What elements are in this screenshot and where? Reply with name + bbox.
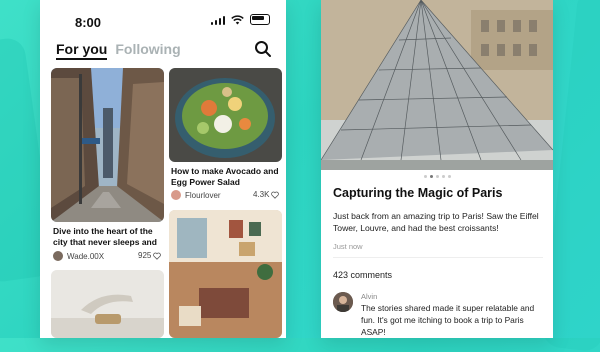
tab-following[interactable]: Following bbox=[115, 41, 180, 57]
avatar[interactable] bbox=[333, 292, 353, 312]
signal-icon bbox=[210, 15, 225, 25]
avatar bbox=[53, 251, 63, 261]
feed-card-city-author[interactable]: Wade.00X bbox=[53, 251, 104, 261]
status-bar: 8:00 bbox=[40, 0, 286, 38]
post-title: Capturing the Magic of Paris bbox=[333, 186, 503, 200]
carousel-dot[interactable] bbox=[447, 175, 451, 178]
feed-card-salad-likes[interactable]: 4.3K bbox=[253, 190, 280, 199]
status-icons bbox=[210, 14, 270, 25]
tab-for-you[interactable]: For you bbox=[56, 41, 108, 60]
feed-phone: 8:00 For you Following Dive into the hea… bbox=[40, 0, 286, 338]
author-name: Flourlover bbox=[185, 190, 221, 200]
comments-count[interactable]: 423 comments bbox=[333, 270, 392, 280]
post-image-louvre[interactable] bbox=[321, 0, 553, 170]
like-count: 925 bbox=[138, 251, 152, 260]
comment-text: The stories shared made it super relatab… bbox=[361, 303, 535, 337]
author-name: Wade.00X bbox=[67, 251, 105, 261]
feed-card-city-likes[interactable]: 925 bbox=[138, 251, 162, 260]
feed-card-city-image[interactable] bbox=[51, 68, 164, 222]
carousel-indicator[interactable] bbox=[321, 175, 553, 178]
carousel-dot[interactable] bbox=[435, 175, 439, 178]
avatar bbox=[171, 190, 181, 200]
carousel-dot[interactable] bbox=[429, 175, 433, 178]
feed-card-salad-author[interactable]: Flourlover bbox=[171, 190, 221, 200]
feed-card-salad-title[interactable]: How to make Avocado and Egg Power Salad bbox=[171, 166, 283, 189]
post-body: Just back from an amazing trip to Paris!… bbox=[333, 211, 539, 234]
battery-icon bbox=[250, 14, 270, 25]
search-icon[interactable] bbox=[254, 40, 272, 58]
carousel-dot[interactable] bbox=[441, 175, 445, 178]
feed-tabs: For you Following bbox=[56, 41, 181, 60]
feed-card-sink-image[interactable] bbox=[51, 270, 164, 338]
carousel-dot[interactable] bbox=[423, 175, 427, 178]
feed-card-city-title[interactable]: Dive into the heart of the city that nev… bbox=[53, 226, 165, 249]
divider bbox=[333, 257, 543, 258]
post-phone: Capturing the Magic of Paris Just back f… bbox=[321, 0, 553, 338]
comment-author[interactable]: Alvin bbox=[361, 292, 377, 301]
post-time: Just now bbox=[333, 242, 363, 251]
heart-icon[interactable] bbox=[153, 252, 162, 260]
feed-card-interior-image[interactable] bbox=[169, 210, 282, 338]
wifi-icon bbox=[231, 14, 244, 24]
heart-icon[interactable] bbox=[271, 191, 280, 199]
status-time: 8:00 bbox=[75, 15, 102, 30]
feed-card-salad-image[interactable] bbox=[169, 68, 282, 162]
like-count: 4.3K bbox=[253, 190, 270, 199]
